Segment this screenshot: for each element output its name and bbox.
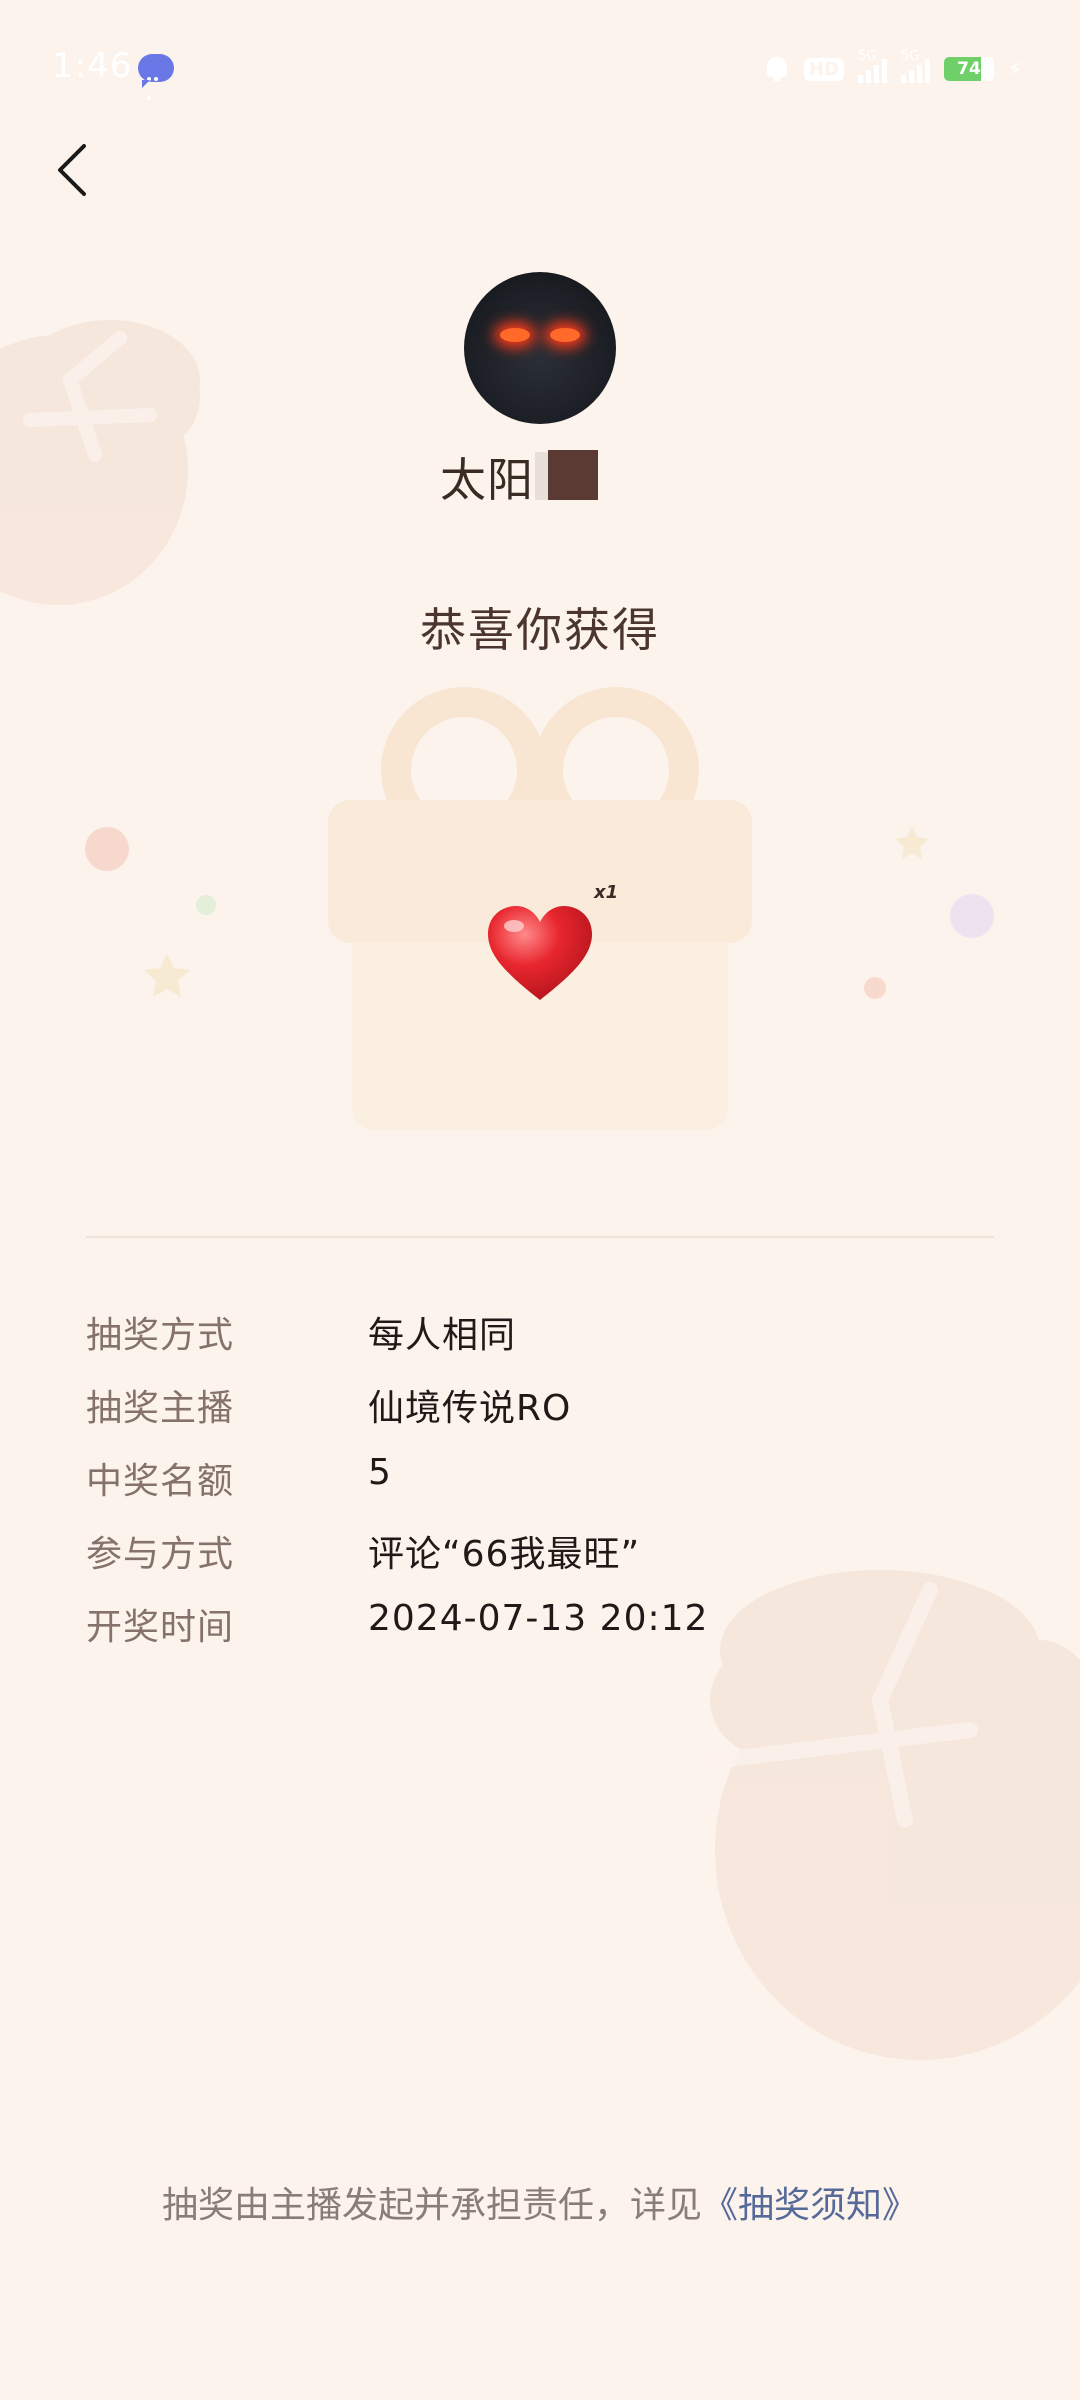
detail-value: 2024-07-13 20:12 (368, 1598, 709, 1639)
avatar[interactable] (464, 272, 616, 424)
decor-dot (950, 894, 994, 938)
detail-row-winner-count: 中奖名额 5 (86, 1452, 994, 1512)
detail-row-lottery-method: 抽奖方式 每人相同 (86, 1306, 994, 1366)
decor-dot (196, 895, 216, 915)
detail-label: 参与方式 (86, 1534, 235, 1575)
decor-dot (864, 977, 886, 999)
detail-label: 中奖名额 (86, 1461, 235, 1502)
lottery-rules-link[interactable]: 《抽奖须知》 (702, 2185, 918, 2226)
signal-icon: 5G (901, 49, 930, 83)
charging-icon: ⚡ (1008, 57, 1023, 81)
battery-icon: 74 (944, 57, 994, 81)
hd-badge: HD (803, 57, 844, 81)
detail-value: 仙境传说RO (368, 1388, 572, 1429)
detail-label: 抽奖方式 (86, 1315, 235, 1356)
heart-icon (488, 906, 592, 1000)
signal-icon: 5G (858, 49, 887, 83)
chat-notification-icon (138, 54, 174, 100)
detail-label: 开奖时间 (86, 1607, 235, 1648)
decor-star (895, 826, 929, 859)
detail-row-draw-time: 开奖时间 2024-07-13 20:12 (86, 1598, 994, 1658)
status-bar: 1:46 HD 5G 5G 74 ⚡ (0, 0, 1080, 140)
decor-star (144, 954, 190, 997)
congrats-title: 恭喜你获得 (420, 603, 660, 657)
decor-dot (85, 827, 129, 871)
name-redaction (548, 450, 598, 500)
detail-value: 每人相同 (368, 1315, 517, 1356)
detail-value: 5 (368, 1452, 392, 1493)
user-name: 太阳 (440, 453, 534, 507)
chevron-left-icon (58, 144, 86, 196)
detail-row-participation: 参与方式 评论“66我最旺” (86, 1525, 994, 1585)
detail-label: 抽奖主播 (86, 1388, 235, 1429)
status-time: 1:46 (52, 46, 133, 86)
footer-note: 抽奖由主播发起并承担责任，详见《抽奖须知》 (0, 2176, 1080, 2228)
battery-level: 74 (957, 59, 981, 79)
back-button[interactable] (50, 138, 100, 202)
divider (86, 1236, 994, 1238)
prize-quantity: x1 (594, 882, 619, 903)
detail-value: 评论“66我最旺” (368, 1534, 641, 1575)
name-redaction (535, 452, 549, 500)
detail-row-host: 抽奖主播 仙境传说RO (86, 1379, 994, 1439)
bell-icon (764, 55, 790, 83)
footer-note-text: 抽奖由主播发起并承担责任，详见 (161, 2185, 702, 2226)
